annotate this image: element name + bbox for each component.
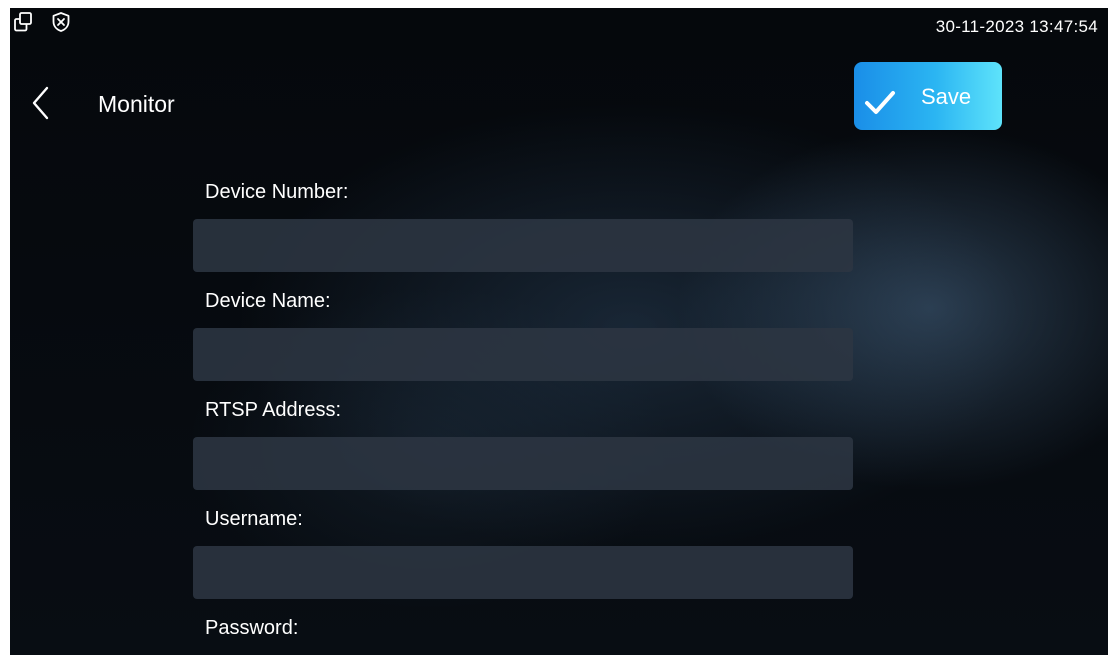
save-button-label: Save — [921, 84, 972, 109]
monitor-settings-screen: 30-11-2023 13:47:54 Monitor Save Device … — [10, 8, 1108, 655]
password-label: Password: — [205, 617, 299, 639]
device-name-field[interactable] — [193, 328, 853, 381]
rtsp-address-label: RTSP Address: — [205, 399, 341, 421]
status-bar: 30-11-2023 13:47:54 — [10, 8, 1108, 48]
device-name-label: Device Name: — [205, 290, 331, 312]
save-button[interactable]: Save — [854, 62, 1002, 130]
page-title: Monitor — [98, 91, 175, 117]
rtsp-address-field[interactable] — [193, 437, 853, 490]
shield-x-icon — [50, 11, 72, 33]
username-field[interactable] — [193, 546, 853, 599]
window-restore-icon — [12, 11, 34, 33]
checkmark-icon — [862, 84, 898, 120]
back-button[interactable] — [26, 84, 56, 124]
device-number-field[interactable] — [193, 219, 853, 272]
status-datetime: 30-11-2023 13:47:54 — [935, 17, 1098, 36]
chevron-left-icon — [26, 84, 56, 124]
device-number-label: Device Number: — [205, 181, 349, 203]
username-label: Username: — [205, 508, 303, 530]
